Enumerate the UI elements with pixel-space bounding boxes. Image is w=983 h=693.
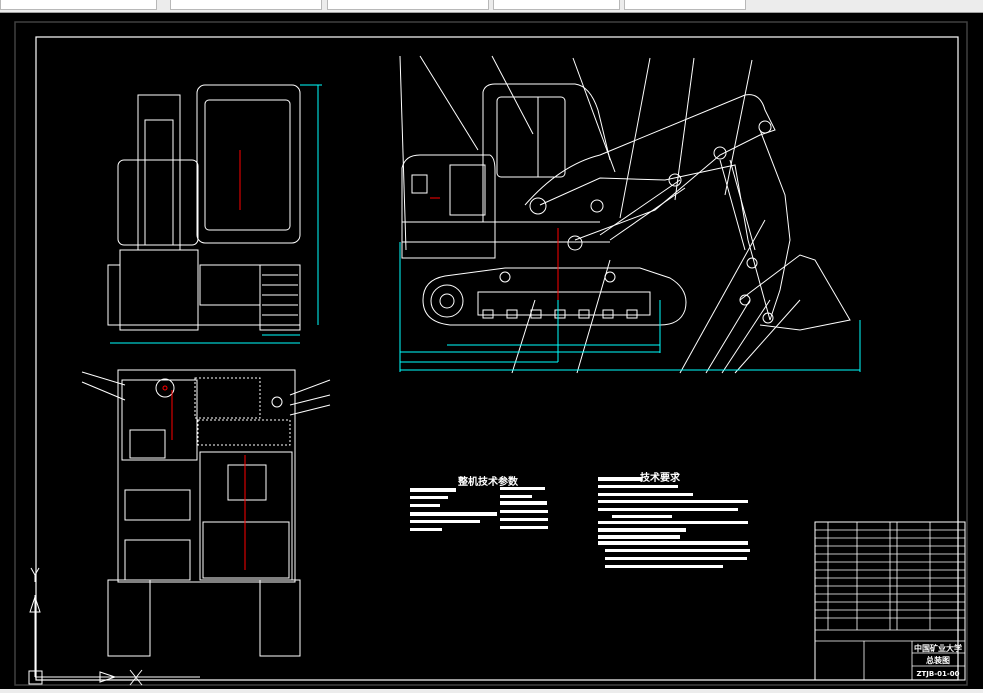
toolbar-field-1[interactable] bbox=[0, 0, 157, 10]
params-table-title: 整机技术参数 bbox=[457, 475, 519, 488]
side-view bbox=[399, 55, 861, 374]
drawing-name: 总装图 bbox=[926, 655, 950, 665]
toolbar-field-3[interactable] bbox=[327, 0, 489, 10]
tech-requirements-title: 技术要求 bbox=[640, 471, 681, 484]
toolbar-field-2[interactable] bbox=[170, 0, 322, 10]
ucs-icon: X Y bbox=[28, 567, 200, 686]
organization-name: 中国矿业大学 bbox=[914, 643, 962, 653]
toolbar bbox=[0, 0, 983, 13]
front-view bbox=[107, 84, 322, 344]
toolbar-field-4[interactable] bbox=[493, 0, 620, 10]
drawing-canvas[interactable]: 整机技术参数 技术要求 中国矿业大学 总装图 ZTJB-01-00 X Y bbox=[0, 13, 983, 689]
tech-requirements: 技术要求 bbox=[598, 471, 750, 568]
ucs-x-label: X bbox=[135, 667, 136, 669]
paper-frame bbox=[14, 21, 968, 686]
drawing-number: ZTJB-01-00 bbox=[916, 670, 959, 678]
status-bar bbox=[0, 689, 983, 693]
params-table: 整机技术参数 bbox=[410, 475, 548, 531]
top-view bbox=[81, 369, 331, 657]
title-block: 中国矿业大学 总装图 ZTJB-01-00 bbox=[814, 521, 966, 681]
toolbar-field-5[interactable] bbox=[624, 0, 746, 10]
